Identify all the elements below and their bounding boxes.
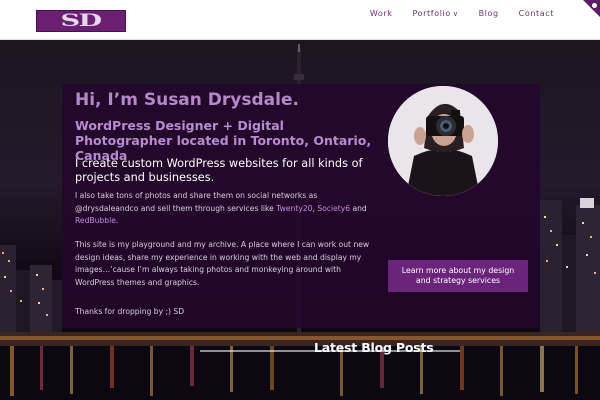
intro-signoff: Thanks for dropping by ;) SD <box>75 307 185 316</box>
intro-paragraph-playground: This site is my playground and my archiv… <box>75 240 370 287</box>
nav-item-label: Portfolio <box>412 9 451 18</box>
nav-item-label: Contact <box>518 9 554 18</box>
nav-item-label: Blog <box>478 9 499 18</box>
and-text: and <box>350 203 367 213</box>
corner-ribbon-icon[interactable] <box>578 0 600 22</box>
intro-card: Hi, I’m Susan Drysdale. WordPress Design… <box>62 84 540 328</box>
logo-text: SD <box>60 10 103 31</box>
intro-paragraph-photos: I also take tons of photos and share the… <box>75 190 375 228</box>
learn-more-button[interactable]: Learn more about my design and strategy … <box>388 260 528 292</box>
page-title: Hi, I’m Susan Drysdale. <box>75 90 299 110</box>
site-header: SD Work Portfolio ∨ Blog Contact <box>0 0 600 40</box>
nav-item-blog[interactable]: Blog <box>479 9 499 18</box>
profile-photo <box>388 86 498 196</box>
site-logo[interactable]: SD <box>36 10 126 32</box>
link-twenty20[interactable]: Twenty20 <box>276 204 312 213</box>
nav-item-work[interactable]: Work <box>370 9 393 18</box>
nav-item-portfolio[interactable]: Portfolio ∨ <box>413 9 459 18</box>
chevron-down-icon: ∨ <box>452 9 459 18</box>
latest-posts-heading: Latest Blog Posts <box>314 340 434 355</box>
corner-dot <box>592 3 597 8</box>
photographer-image <box>388 86 498 196</box>
nav-item-contact[interactable]: Contact <box>519 9 554 18</box>
nav-item-label: Work <box>369 9 393 18</box>
main-nav: Work Portfolio ∨ Blog Contact <box>370 9 554 18</box>
link-society6[interactable]: Society6 <box>317 204 350 213</box>
hero-lead: I create custom WordPress websites for a… <box>75 157 363 184</box>
latest-posts-heading-wrap: Latest Blog Posts <box>200 340 460 356</box>
end-text: . <box>115 216 119 225</box>
link-redbubble[interactable]: RedBubble <box>75 216 116 225</box>
